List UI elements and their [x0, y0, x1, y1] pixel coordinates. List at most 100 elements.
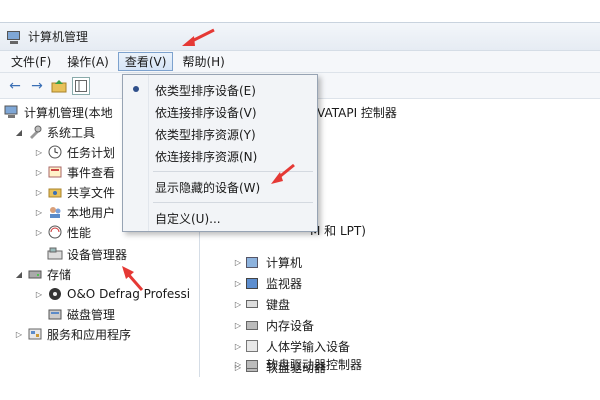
expand-triangle-icon[interactable]: ▷: [34, 208, 44, 217]
keyboard-icon: [246, 296, 262, 312]
list-item-monitor[interactable]: ▷ 监视器: [233, 273, 302, 293]
tree-label-event-viewer: 事件查看: [67, 165, 116, 180]
clock-icon: [47, 144, 63, 160]
computer-management-icon: [6, 29, 22, 45]
shared-folder-icon: [47, 184, 63, 200]
services-icon: [27, 326, 43, 342]
tree-item-local-users[interactable]: ▷ 本地用户: [34, 202, 115, 222]
tree-item-shared-folders[interactable]: ▷ 共享文件: [34, 182, 115, 202]
expand-triangle-icon[interactable]: ▷: [34, 228, 44, 237]
menu-item-label: 自定义(U)...: [155, 211, 221, 226]
menu-item-label: 依连接排序设备(V): [155, 105, 257, 120]
tree-item-root[interactable]: 计算机管理(本地: [4, 102, 113, 122]
menu-item-sort-resources-by-type[interactable]: 依类型排序资源(Y): [123, 123, 317, 145]
window-title: 计算机管理: [28, 30, 89, 44]
menu-item-label: 依连接排序资源(N): [155, 149, 258, 164]
menu-view[interactable]: 查看(V): [117, 52, 174, 71]
show-hide-tree-icon[interactable]: [72, 76, 90, 95]
tree-item-storage[interactable]: ◢ 存储: [14, 264, 71, 284]
expand-triangle-icon[interactable]: ▷: [34, 188, 44, 197]
tree-label-storage: 存储: [47, 267, 72, 282]
expand-triangle-icon[interactable]: ▷: [233, 300, 243, 309]
tree-label-disk-management: 磁盘管理: [67, 307, 116, 322]
ata-controller-label: VATAPI 控制器: [317, 105, 397, 120]
menu-help[interactable]: 帮助(H): [175, 52, 231, 71]
device-manager-icon: [47, 246, 63, 262]
menu-file[interactable]: 文件(F): [4, 52, 58, 71]
menu-bar: 文件(F) 操作(A) 查看(V) 帮助(H): [0, 51, 600, 73]
annotation-arrow-device-manager: [122, 266, 144, 291]
menu-item-customize[interactable]: 自定义(U)...: [123, 207, 317, 229]
menu-action[interactable]: 操作(A): [60, 52, 116, 71]
annotation-arrow-view-menu: [182, 28, 215, 46]
expand-triangle-icon[interactable]: ▷: [233, 258, 243, 267]
radio-bullet-icon: [133, 86, 139, 92]
tree-label-services-apps: 服务和应用程序: [47, 327, 132, 342]
computer-icon: [246, 254, 262, 270]
floppy-controller-icon: [246, 356, 262, 372]
device-label: 人体学输入设备: [266, 339, 351, 354]
tree-label-task-scheduler: 任务计划: [67, 145, 116, 160]
list-item-ata-controller[interactable]: VATAPI 控制器: [317, 102, 397, 122]
tree-label-performance: 性能: [67, 225, 92, 240]
expand-triangle-icon[interactable]: ▷: [233, 279, 243, 288]
monitor-icon: [246, 275, 262, 291]
ports-label: M 和 LPT): [310, 223, 366, 238]
tree-label-root: 计算机管理(本地: [24, 105, 113, 120]
tree-item-services-apps[interactable]: ▷ 服务和应用程序: [14, 324, 131, 344]
collapse-triangle-icon[interactable]: ◢: [14, 128, 24, 137]
tree-item-device-manager[interactable]: 设备管理器: [47, 244, 127, 264]
menu-item-label: 依类型排序设备(E): [155, 83, 256, 98]
menu-separator: [153, 202, 313, 203]
defrag-icon: [47, 286, 63, 302]
menu-item-label: 显示隐藏的设备(W): [155, 180, 261, 195]
device-label: 监视器: [266, 276, 303, 291]
menu-item-sort-devices-by-connection[interactable]: 依连接排序设备(V): [123, 101, 317, 123]
memory-icon: [246, 317, 262, 333]
menu-item-sort-devices-by-type[interactable]: 依类型排序设备(E): [123, 79, 317, 101]
tree-item-oo-defrag[interactable]: ▷ O&O Defrag Professi: [34, 284, 190, 304]
annotation-arrow-show-hidden: [271, 163, 295, 184]
collapse-triangle-icon[interactable]: ◢: [14, 270, 24, 279]
expand-triangle-icon[interactable]: ▷: [34, 148, 44, 157]
list-item-memory[interactable]: ▷ 内存设备: [233, 315, 314, 335]
list-item-hid[interactable]: ▷ 人体学输入设备: [233, 336, 350, 356]
list-item-keyboard[interactable]: ▷ 键盘: [233, 294, 290, 314]
tree-item-performance[interactable]: ▷ 性能: [34, 222, 91, 242]
title-bar: 计算机管理: [0, 23, 600, 51]
tree-item-system-tools[interactable]: ◢ 系统工具: [14, 122, 95, 142]
users-icon: [47, 204, 63, 220]
expand-triangle-icon[interactable]: ▷: [233, 321, 243, 330]
tree-label-device-manager: 设备管理器: [67, 247, 128, 262]
storage-icon: [27, 266, 43, 282]
tree-item-task-scheduler[interactable]: ▷ 任务计划: [34, 142, 115, 162]
hid-icon: [246, 338, 262, 354]
view-menu-dropdown: 依类型排序设备(E) 依连接排序设备(V) 依类型排序资源(Y) 依连接排序资源…: [122, 74, 318, 232]
event-viewer-icon: [47, 164, 63, 180]
device-label: 计算机: [266, 255, 303, 270]
list-item-floppy-controller[interactable]: ▷ 软盘驱动器控制器: [233, 354, 362, 374]
disk-management-icon: [47, 306, 63, 322]
expand-triangle-icon[interactable]: ▷: [233, 342, 243, 351]
expand-triangle-icon[interactable]: ▷: [34, 168, 44, 177]
tools-icon: [27, 124, 43, 140]
tree-item-event-viewer[interactable]: ▷ 事件查看: [34, 162, 115, 182]
up-folder-icon[interactable]: [50, 77, 68, 95]
expand-triangle-icon[interactable]: ▷: [14, 330, 24, 339]
device-label: 软盘驱动器控制器: [266, 357, 363, 372]
list-item-computer[interactable]: ▷ 计算机: [233, 252, 302, 272]
tree-label-local-users: 本地用户: [67, 205, 116, 220]
back-arrow-icon[interactable]: ←: [6, 77, 24, 95]
device-label: 内存设备: [266, 318, 315, 333]
list-item-ports[interactable]: M 和 LPT): [310, 220, 366, 240]
expand-triangle-icon[interactable]: ▷: [34, 290, 44, 299]
expand-triangle-icon[interactable]: ▷: [233, 360, 243, 369]
performance-icon: [47, 224, 63, 240]
tree-item-disk-management[interactable]: 磁盘管理: [47, 304, 115, 324]
tree-label-system-tools: 系统工具: [47, 125, 96, 140]
menu-item-label: 依类型排序资源(Y): [155, 127, 256, 142]
device-label: 键盘: [266, 297, 291, 312]
tree-label-shared-folders: 共享文件: [67, 185, 116, 200]
computer-management-icon: [4, 104, 20, 120]
forward-arrow-icon[interactable]: →: [28, 77, 46, 95]
